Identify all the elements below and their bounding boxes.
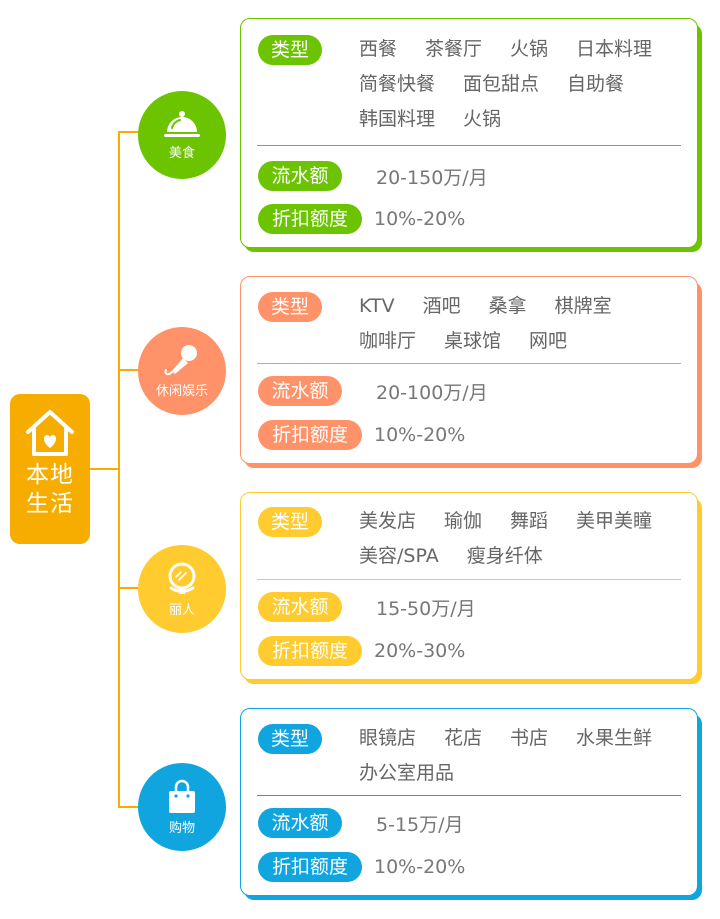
category-shopping-card: 类型 眼镜店 花店 书店 水果生鲜办公室用品 流水额 5-15万/月 折扣额度 10%… [240,708,698,896]
type-item: 花店 [444,727,483,749]
type-item: 网吧 [529,330,568,352]
house-heart-icon [26,410,74,456]
category-beauty-card: 类型 美发店 瑜伽 舞蹈 美甲美瞳美容/SPA 瘦身纤体 流水额 15-50万/月 折扣… [240,492,698,680]
type-item: 舞蹈 [510,510,549,532]
discount-value: 20%-30% [374,640,466,662]
flow-badge: 流水额 [258,592,342,622]
discount-value: 10%-20% [374,424,466,446]
root-title-line2: 生活 [26,491,74,517]
category-label: 休闲娱乐 [155,383,208,399]
type-item: 面包甜点 [463,73,540,95]
types-list: 美发店 瑜伽 舞蹈 美甲美瞳美容/SPA 瘦身纤体 [359,504,689,574]
discount-badge: 折扣额度 [258,204,362,234]
type-item: 桌球馆 [444,330,502,352]
divider [257,363,681,364]
type-item: 咖啡厅 [359,330,417,352]
type-item: 书店 [510,727,549,749]
root-node: 本地 生活 [10,394,90,544]
type-item: 美发店 [359,510,417,532]
category-food-node: 美食 [138,91,226,179]
mirror-icon [168,562,196,594]
category-beauty-node: 丽人 [138,545,226,633]
divider [257,579,681,580]
type-item: 茶餐厅 [425,38,483,60]
types-list: 西餐 茶餐厅 火锅 日本料理简餐快餐 面包甜点 自助餐韩国料理 火锅 [359,32,689,137]
flow-value: 15-50万/月 [376,597,476,620]
connector-root [90,468,120,470]
type-item: 眼镜店 [359,727,417,749]
root-title-line1: 本地 [26,462,74,488]
type-item: 办公室用品 [359,762,455,784]
category-label: 购物 [168,820,195,836]
microphone-icon [164,344,197,375]
type-item: 火锅 [463,108,502,130]
discount-badge: 折扣额度 [258,636,362,666]
category-leisure-node: 休闲娱乐 [138,327,226,415]
discount-badge: 折扣额度 [258,852,362,882]
type-item: 韩国料理 [359,108,436,130]
flow-badge: 流水额 [258,808,342,838]
category-leisure-card: 类型 KTV 酒吧 桑拿 棋牌室咖啡厅 桌球馆 网吧 流水额 20-100万/月 折扣额度… [240,276,698,464]
type-item: 桑拿 [488,295,527,317]
cloche-icon [164,110,200,137]
types-badge: 类型 [258,35,322,65]
flow-value: 20-150万/月 [376,166,488,189]
discount-value: 10%-20% [374,208,466,230]
flow-value: 20-100万/月 [376,381,488,404]
discount-value: 10%-20% [374,856,466,878]
type-item: 瘦身纤体 [466,545,543,567]
category-food-card: 类型 西餐 茶餐厅 火锅 日本料理简餐快餐 面包甜点 自助餐韩国料理 火锅 流水额 20-1… [240,18,698,248]
type-item: 日本料理 [576,38,653,60]
type-item: 美容/SPA [359,545,439,567]
type-item: 棋牌室 [554,295,612,317]
type-item: 酒吧 [422,295,461,317]
category-label: 美食 [168,145,195,161]
divider [257,145,681,146]
category-label: 丽人 [168,602,195,618]
type-item: 水果生鲜 [576,727,653,749]
type-item: 美甲美瞳 [576,510,653,532]
category-shopping-node: 购物 [138,763,226,851]
discount-badge: 折扣额度 [258,420,362,450]
type-item: 简餐快餐 [359,73,436,95]
type-item: 瑜伽 [444,510,483,532]
flow-value: 5-15万/月 [376,813,464,836]
types-list: 眼镜店 花店 书店 水果生鲜办公室用品 [359,721,689,791]
type-item: 火锅 [510,38,549,60]
types-badge: 类型 [258,724,322,754]
divider [257,795,681,796]
type-item: KTV [359,295,395,317]
types-badge: 类型 [258,292,322,322]
type-item: 自助餐 [567,73,625,95]
flow-badge: 流水额 [258,161,342,191]
shopping-bag-icon [169,779,195,813]
type-item: 西餐 [359,38,398,60]
types-list: KTV 酒吧 桑拿 棋牌室咖啡厅 桌球馆 网吧 [359,289,689,359]
types-badge: 类型 [258,507,322,537]
flow-badge: 流水额 [258,376,342,406]
